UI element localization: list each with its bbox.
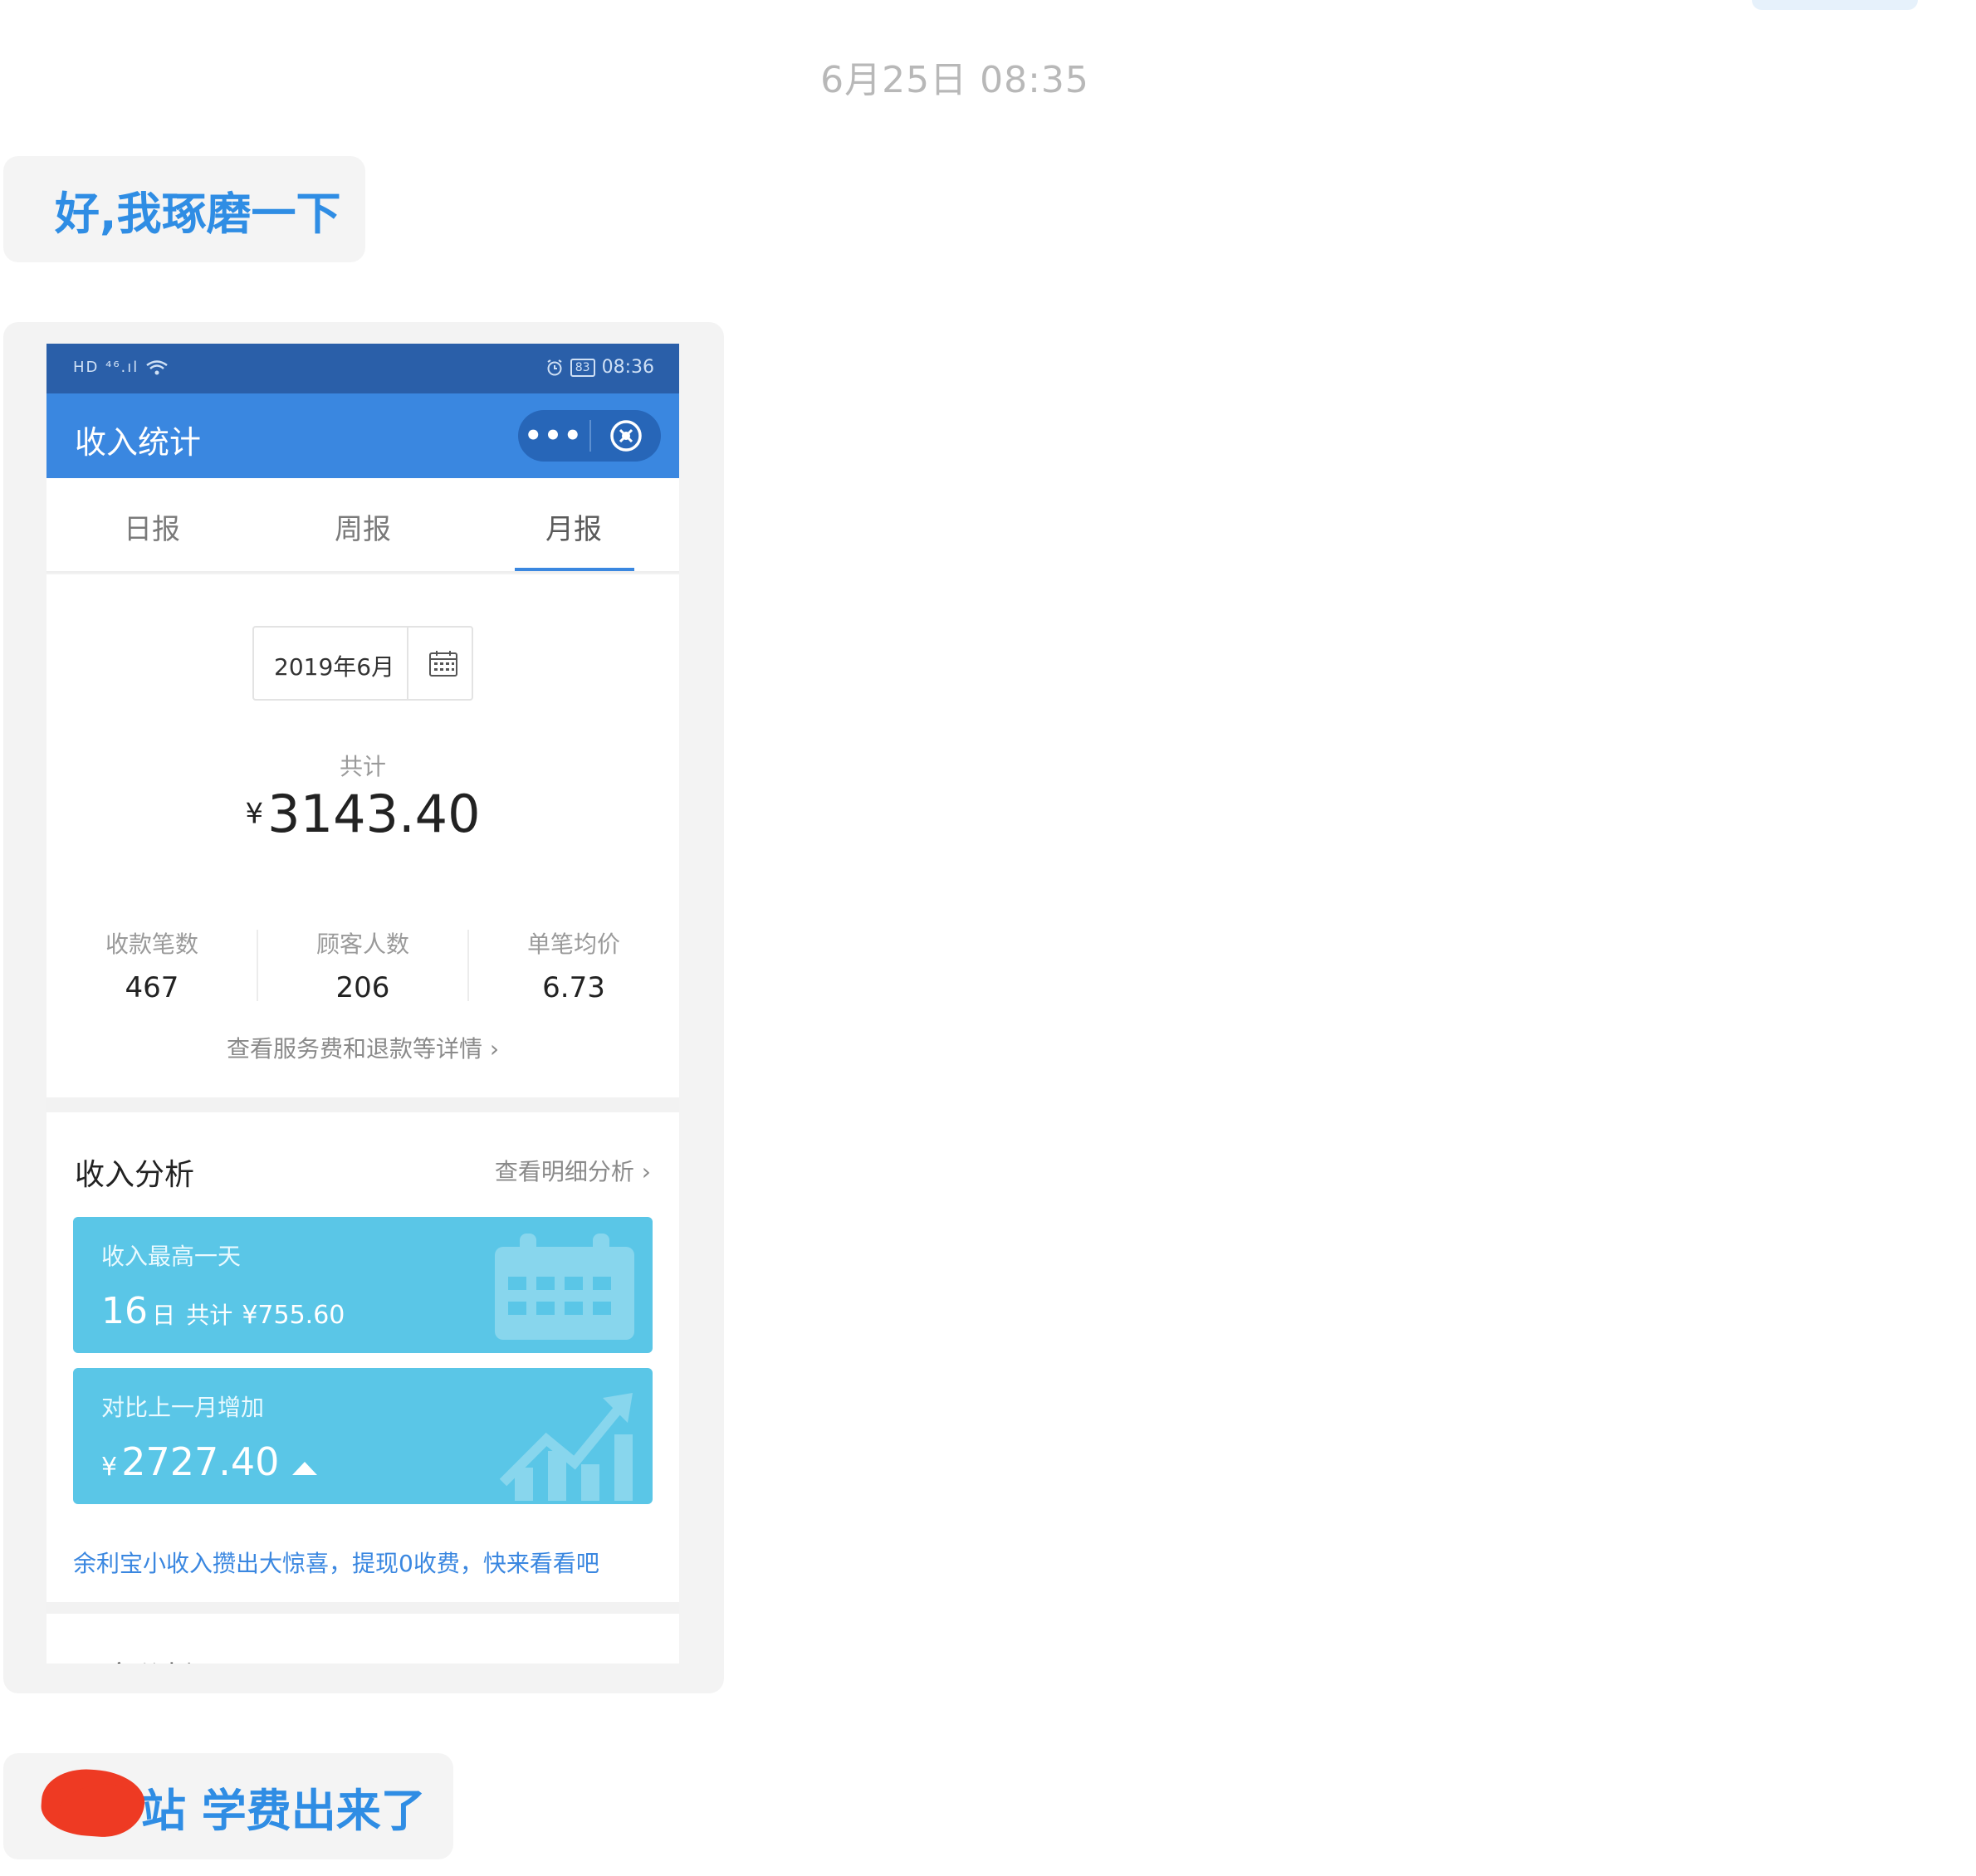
- card-label: 对比上一月增加: [101, 1394, 265, 1421]
- total-value: 3143.40: [267, 784, 481, 844]
- stat-payments: 收款笔数 467: [105, 931, 198, 1004]
- calendar-icon: [429, 651, 457, 677]
- income-summary: 2019年6月 共计 ¥ 3143.40 收款笔数 467 顾客人数 206 单…: [46, 574, 679, 1097]
- status-time: 08:36: [601, 357, 654, 378]
- increase-value: ¥ 2727.40: [101, 1439, 317, 1484]
- calendar-icon: [495, 1234, 634, 1340]
- total-label: 共计: [339, 753, 386, 780]
- status-right: 83 08:36: [545, 357, 654, 378]
- close-button[interactable]: [591, 418, 661, 453]
- month-picker[interactable]: 2019年6月: [252, 626, 473, 701]
- customer-analysis: 顾客分析: [46, 1614, 679, 1663]
- alarm-icon: [547, 359, 562, 375]
- chat-timestamp: 6月25日 08:35: [820, 59, 1089, 101]
- fee-details-link[interactable]: 查看服务费和退款等详情 ›: [46, 1031, 679, 1064]
- analysis-detail-link[interactable]: 查看明细分析 ›: [495, 1154, 651, 1187]
- more-button[interactable]: •••: [518, 422, 589, 450]
- month-compare-card[interactable]: 对比上一月增加 ¥ 2727.40: [73, 1368, 653, 1504]
- best-day-card[interactable]: 收入最高一天 16 日 共计 ¥755.60: [73, 1217, 653, 1353]
- active-tab-indicator: [515, 568, 634, 571]
- tab-weekly[interactable]: 周报: [257, 506, 468, 547]
- stat-average: 单笔均价 6.73: [526, 931, 620, 1004]
- page-title: 收入统计: [75, 424, 202, 461]
- tab-daily[interactable]: 日报: [46, 506, 257, 547]
- previous-message-bubble: [1752, 0, 1918, 10]
- chat-message-text[interactable]: 好,我琢磨一下: [3, 156, 365, 262]
- signal-indicators: HD ⁴⁶.ıl: [73, 359, 169, 376]
- picker-divider: [407, 628, 408, 699]
- best-day-value: 16 日 共计 ¥755.60: [101, 1290, 345, 1332]
- section-title: 顾客分析: [75, 1654, 194, 1663]
- total-amount: ¥ 3143.40: [46, 784, 679, 844]
- battery-icon: 83: [570, 358, 595, 377]
- wifi-icon: [146, 360, 168, 375]
- income-analysis: 收入分析 查看明细分析 › 收入最高一天 16 日 共计 ¥755.60 对比上…: [46, 1112, 679, 1602]
- arrow-up-icon: [291, 1462, 317, 1475]
- promo-link[interactable]: 余利宝小收入攒出大惊喜，提现0收费，快来看看吧: [73, 1546, 599, 1579]
- report-tabs: 日报 周报 月报: [46, 478, 679, 573]
- tab-monthly[interactable]: 月报: [468, 506, 679, 547]
- section-title: 收入分析: [75, 1158, 195, 1192]
- app-screenshot[interactable]: HD ⁴⁶.ıl 83 08:36 收入统计 ••• 日报 周报 月报 2019…: [46, 344, 679, 1663]
- stat-customers: 顾客人数 206: [315, 931, 409, 1004]
- close-icon: [610, 420, 642, 452]
- status-bar: HD ⁴⁶.ıl 83 08:36: [46, 344, 679, 393]
- message-text: 好,我琢磨一下: [55, 187, 341, 240]
- trend-up-icon: [499, 1393, 633, 1501]
- message-text: 站 学费出来了: [141, 1784, 426, 1837]
- card-label: 收入最高一天: [101, 1243, 242, 1270]
- miniprogram-capsule: •••: [518, 410, 661, 462]
- selected-month: 2019年6月: [274, 653, 395, 681]
- nav-bar: 收入统计 •••: [46, 393, 679, 478]
- currency-symbol: ¥: [245, 797, 264, 831]
